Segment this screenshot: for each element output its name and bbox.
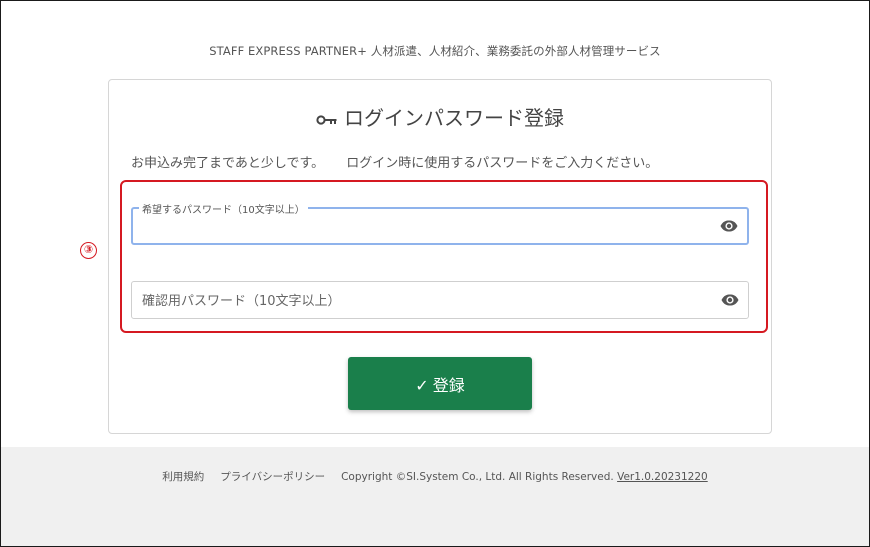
terms-link[interactable]: 利用規約 [162, 471, 204, 483]
eye-icon[interactable] [720, 220, 738, 232]
register-button-label: 登録 [432, 375, 465, 395]
key-icon [316, 115, 337, 125]
service-tagline: STAFF EXPRESS PARTNER+ 人材派遣、人材紹介、業務委託の外部… [209, 44, 661, 58]
confirm-password-field[interactable] [131, 281, 749, 320]
card-title-row: ログインパスワード登録 [109, 102, 771, 131]
instruction-text: お申込み完了まであと少しです。 ログイン時に使用するパスワードをご入力ください。 [131, 152, 658, 171]
privacy-policy-link[interactable]: プライバシーポリシー [220, 471, 325, 483]
page-title: ログインパスワード登録 [344, 106, 564, 130]
footer-links: 利用規約 プライバシーポリシー Copyright ©SI.System Co., … [1, 469, 869, 484]
confirm-password-input[interactable] [140, 282, 714, 320]
copyright-text: Copyright ©SI.System Co., Ltd. All Right… [341, 471, 614, 483]
eye-icon[interactable] [721, 294, 739, 306]
password-field[interactable]: 希望するパスワード（10文字以上） [131, 201, 749, 245]
password-registration-card: ログインパスワード登録 お申込み完了まであと少しです。 ログイン時に使用するパスワ… [108, 79, 772, 434]
check-icon: ✓ [415, 375, 429, 395]
step-marker: ③ [80, 242, 97, 259]
instruction-line-1: お申込み完了まであと少しです。 [131, 156, 325, 171]
page-frame: STAFF EXPRESS PARTNER+ 人材派遣、人材紹介、業務委託の外部… [0, 0, 870, 547]
password-input[interactable] [141, 209, 715, 245]
version-link[interactable]: Ver1.0.20231220 [617, 471, 708, 483]
instruction-line-2: ログイン時に使用するパスワードをご入力ください。 [346, 156, 659, 171]
footer: 利用規約 プライバシーポリシー Copyright ©SI.System Co., … [1, 447, 869, 546]
register-button[interactable]: ✓ 登録 [348, 357, 532, 410]
